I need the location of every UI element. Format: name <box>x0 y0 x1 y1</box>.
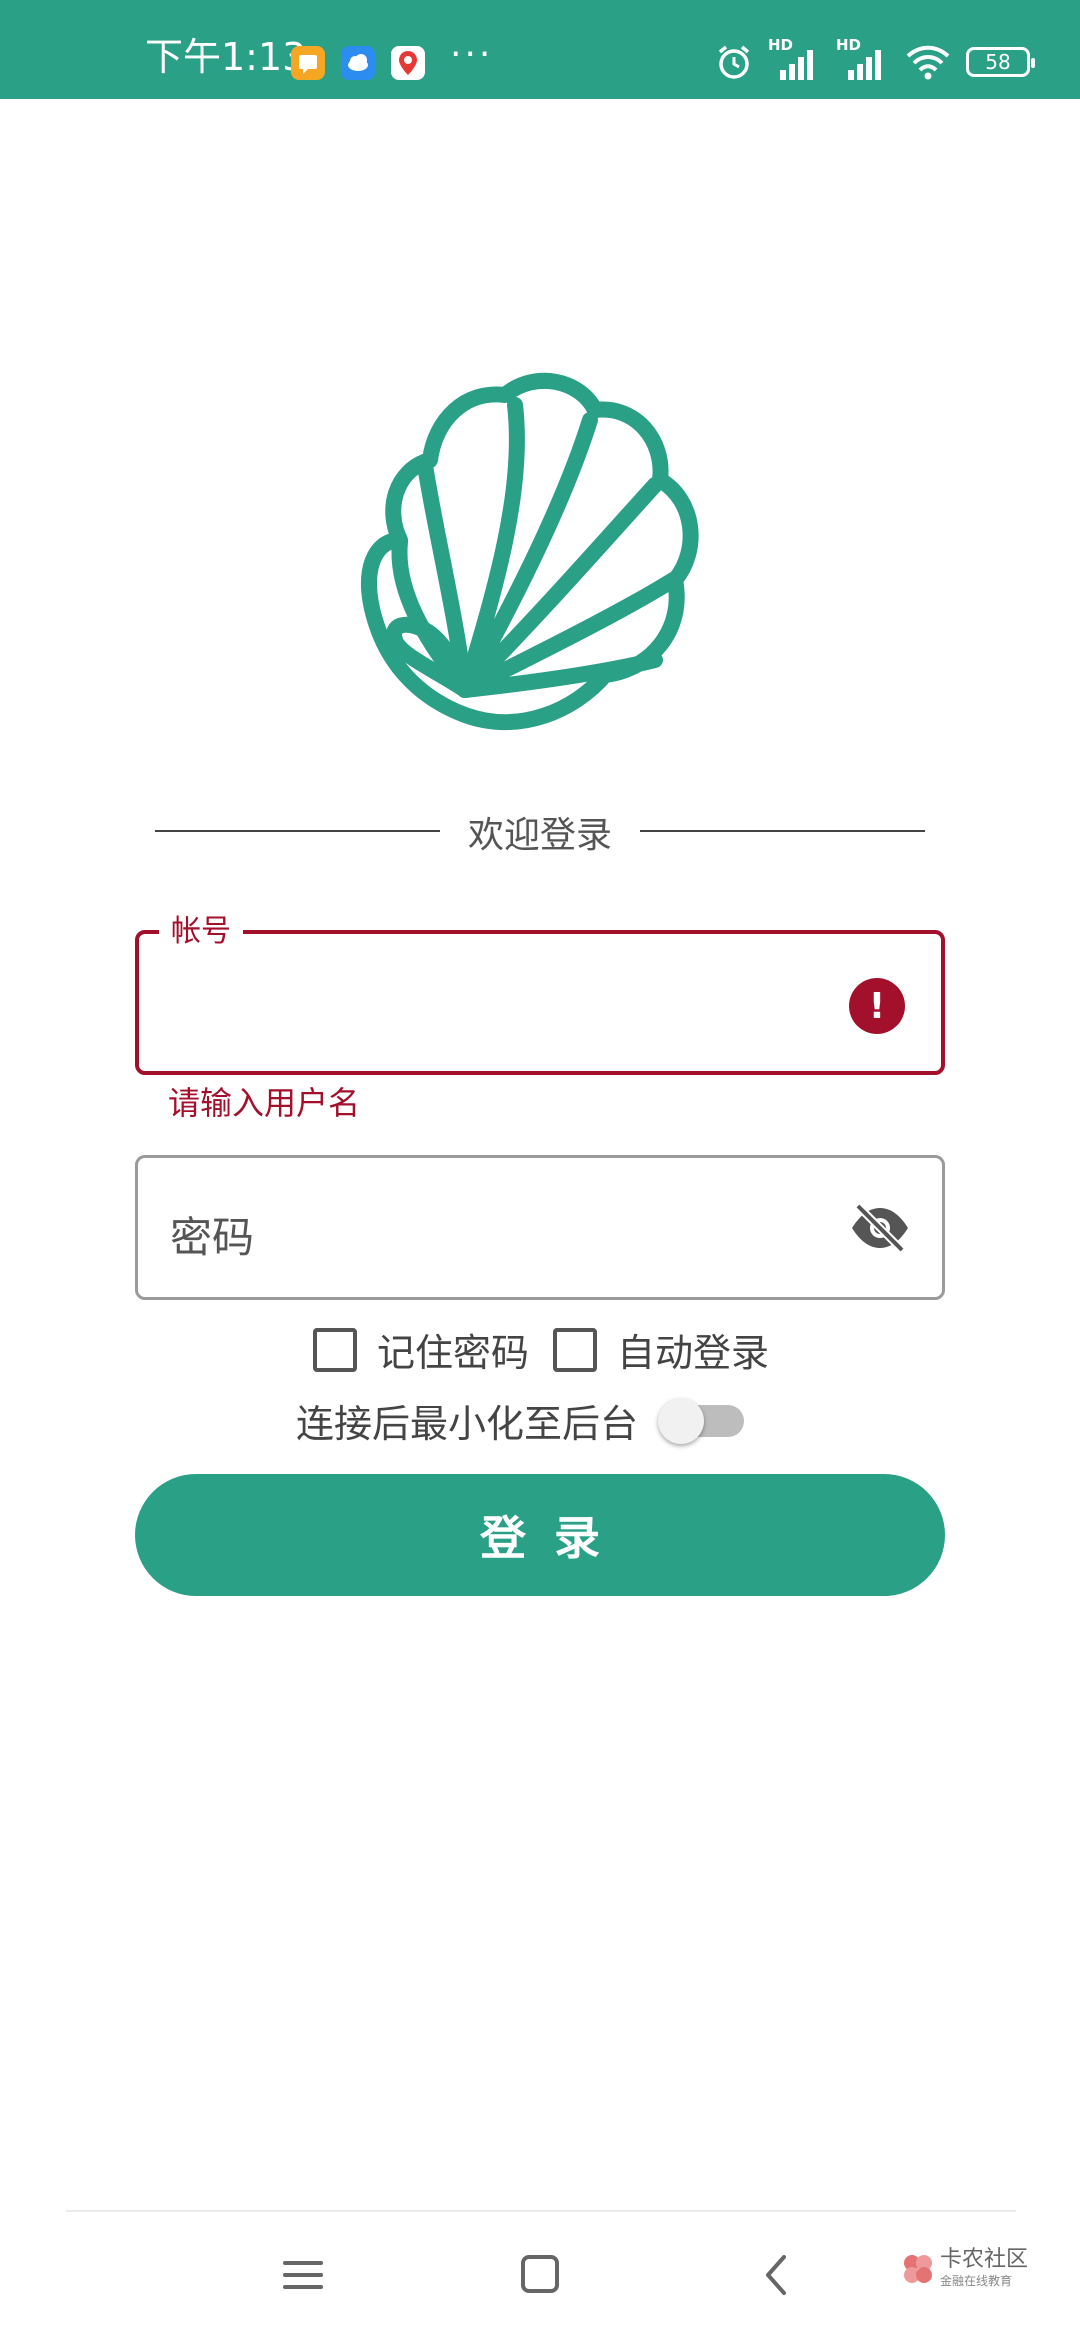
minimize-label: 连接后最小化至后台 <box>296 1401 639 1446</box>
map-app-icon <box>391 46 425 80</box>
account-field[interactable]: 帐号 ! <box>135 906 945 1075</box>
alarm-icon <box>718 45 750 79</box>
watermark: 卡农社区 金融在线教育 <box>900 2247 1029 2289</box>
watermark-title: 卡农社区 <box>940 2247 1029 2272</box>
cloud-app-icon <box>341 46 375 80</box>
auto-login-checkbox[interactable] <box>553 1327 598 1372</box>
eye-off-icon[interactable] <box>848 1200 912 1256</box>
status-bar: 下午1:13 ··· HD HD 58 <box>0 0 1080 99</box>
minimize-toggle[interactable] <box>658 1392 748 1448</box>
nav-divider <box>66 2210 1016 2212</box>
error-icon: ! <box>849 978 905 1034</box>
more-dots-icon: ··· <box>450 34 494 75</box>
signal-icon: HD <box>836 36 890 82</box>
login-options: 记住密码 自动登录 <box>313 1322 793 1377</box>
back-icon[interactable] <box>746 2245 806 2305</box>
divider-line-right <box>640 830 925 832</box>
auto-login-label[interactable]: 自动登录 <box>617 1322 769 1377</box>
toggle-knob <box>658 1398 705 1444</box>
shell-logo-icon <box>361 372 699 731</box>
signal-icon: HD <box>768 36 822 82</box>
account-label: 帐号 <box>159 906 243 950</box>
remember-password-checkbox[interactable] <box>313 1327 357 1372</box>
remember-password-label[interactable]: 记住密码 <box>377 1322 529 1377</box>
login-button[interactable]: 登录 <box>135 1474 945 1596</box>
status-time: 下午1:13 <box>145 35 307 79</box>
password-field[interactable]: 密码 <box>135 1155 945 1300</box>
home-icon[interactable] <box>510 2245 570 2305</box>
menu-icon[interactable] <box>273 2245 333 2305</box>
welcome-title: 欢迎登录 <box>467 815 612 856</box>
minimize-row: 连接后最小化至后台 <box>296 1392 748 1448</box>
battery-icon: 58 <box>966 47 1035 77</box>
welcome-divider: 欢迎登录 <box>155 800 925 860</box>
battery-level: 58 <box>985 50 1011 74</box>
watermark-logo-icon <box>904 2254 932 2283</box>
account-error-text: 请输入用户名 <box>168 1084 361 1122</box>
wifi-icon <box>906 45 950 80</box>
notification-app-icon <box>291 46 325 80</box>
watermark-subtitle: 金融在线教育 <box>940 2274 1013 2289</box>
password-placeholder: 密码 <box>170 1213 255 1262</box>
